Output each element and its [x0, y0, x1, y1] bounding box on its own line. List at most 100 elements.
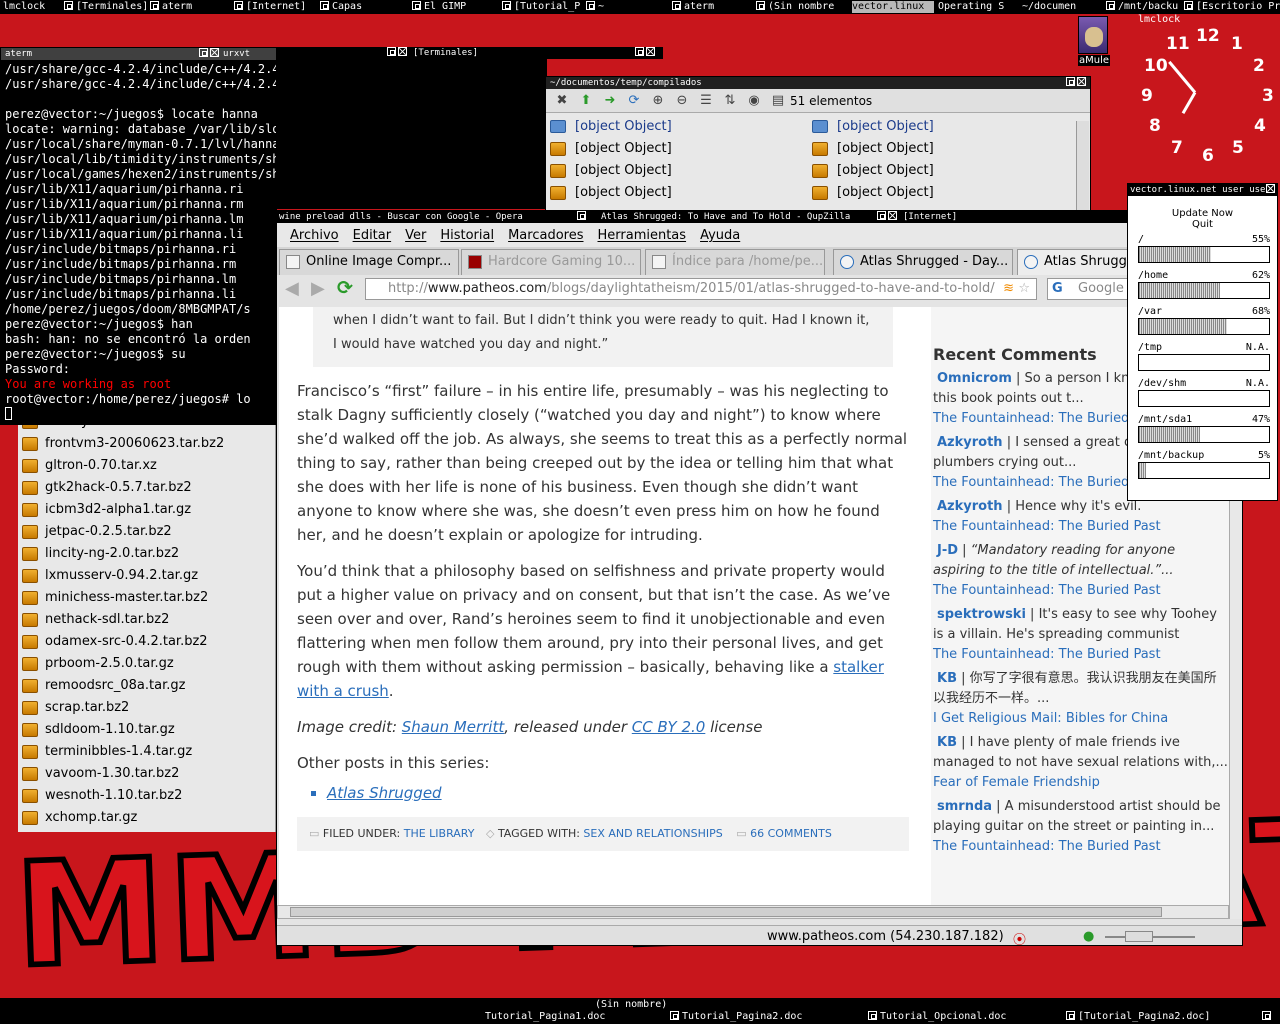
browser-titlebar[interactable]: wine preload dlls - Buscar con Google - …	[277, 211, 1242, 223]
file-item[interactable]: jetpac-0.2.5.tar.bz2	[22, 524, 172, 539]
close-icon[interactable]	[646, 47, 655, 56]
menu-archivo[interactable]: Archivo	[283, 228, 346, 243]
file-item[interactable]: [object Object]	[550, 141, 672, 156]
close-folder-icon[interactable]: ✖	[554, 93, 570, 109]
up-arrow-icon[interactable]: ⬆	[578, 93, 594, 109]
comment-post-link[interactable]: Fear of Female Friendship	[933, 773, 1229, 793]
terminal-titlebar[interactable]: aterm urxvt	[1, 48, 276, 60]
horizontal-scrollbar[interactable]	[277, 905, 1229, 919]
maximize-icon[interactable]	[577, 211, 586, 220]
rss-icon[interactable]: ≋	[1003, 279, 1014, 299]
disk-usage-window[interactable]: vector.linux.net user use Update Now Qui…	[1127, 183, 1278, 501]
taskbar-item[interactable]: Capas	[320, 1, 388, 13]
close-icon[interactable]	[210, 48, 219, 57]
taskbar-item[interactable]: aterm	[150, 1, 222, 13]
category-link[interactable]: THE LIBRARY	[404, 827, 475, 840]
file-item[interactable]: gtk2hack-0.5.7.tar.bz2	[22, 480, 192, 495]
tab[interactable]: Índice para /home/pe...	[645, 249, 825, 275]
file-item[interactable]: wesnoth-1.10.tar.bz2	[22, 788, 182, 803]
file-item[interactable]: remoodsrc_08a.tar.gz	[22, 678, 185, 693]
file-item[interactable]: icbm3d2-alpha1.tar.gz	[22, 502, 191, 517]
details-icon[interactable]: ▤	[770, 93, 786, 109]
adblock-icon[interactable]: ⦿	[1013, 929, 1026, 945]
bottom-item[interactable]: Tutorial_Pagina1.doc	[485, 1011, 605, 1022]
taskbar-item[interactable]: aterm	[672, 1, 752, 13]
terminal-tab-title[interactable]: urxvt	[223, 48, 250, 60]
comment-author[interactable]: KB	[937, 671, 957, 686]
menu-historial[interactable]: Historial	[433, 228, 501, 243]
file-manager-titlebar[interactable]: ~/documentos/temp/compilados	[546, 77, 1090, 89]
comment-post-link[interactable]: The Fountainhead: The Buried Past	[933, 517, 1229, 537]
menu-herramientas[interactable]: Herramientas	[591, 228, 694, 243]
menu-marcadores[interactable]: Marcadores	[501, 228, 590, 243]
reload-icon[interactable]: ⟳	[337, 277, 353, 299]
maximize-icon[interactable]	[635, 47, 644, 56]
taskbar-item[interactable]: [Terminales]	[64, 1, 146, 13]
bottom-item[interactable]: Tutorial_Opcional.doc	[880, 1011, 1006, 1022]
file-manager-window[interactable]: ~/documentos/temp/compilados ✖ ⬆ ➜ ⟳ ⊕ ⊖…	[545, 76, 1091, 214]
zoom-out-icon[interactable]: ⊖	[674, 93, 690, 109]
menu-editar[interactable]: Editar	[346, 228, 399, 243]
network-icon[interactable]: ●	[1083, 929, 1094, 944]
taskbar-item-active[interactable]: vector.linux	[852, 1, 934, 13]
tab[interactable]: Hardcore Gaming 10...	[461, 249, 641, 275]
amule-launcher[interactable]: aMule	[1078, 16, 1110, 70]
file-item[interactable]: minichess-master.tar.bz2	[22, 590, 208, 605]
maximize-icon[interactable]	[1066, 77, 1075, 86]
browser-window[interactable]: wine preload dlls - Buscar con Google - …	[276, 210, 1243, 946]
comment-author[interactable]: spektrowski	[937, 607, 1026, 622]
bottom-item[interactable]: Tutorial_Pagina2.doc	[682, 1011, 802, 1022]
zoom-in-icon[interactable]: ⊕	[650, 93, 666, 109]
taskbar-item[interactable]: [Escritorio Prin	[1184, 1, 1280, 13]
taskbar-item[interactable]: [Tutorial_P	[502, 1, 582, 13]
urxvt-titlebar[interactable]: [Terminales]	[277, 47, 663, 59]
file-manager-scrollbar[interactable]	[1076, 121, 1089, 213]
maximize-icon[interactable]	[199, 48, 208, 57]
url-bar[interactable]: http://www.patheos.com/blogs/daylightath…	[365, 278, 1037, 300]
quit-button[interactable]: Quit	[1128, 219, 1277, 230]
file-item[interactable]: frontvm3-20060623.tar.bz2	[22, 436, 224, 451]
terminal-window[interactable]: aterm urxvt /usr/share/gcc-4.2.4/include…	[0, 47, 277, 425]
file-item[interactable]: prboom-2.5.0.tar.gz	[22, 656, 174, 671]
file-item[interactable]: lincity-ng-2.0.tar.bz2	[22, 546, 179, 561]
taskbar-item[interactable]: /mnt/backu	[1106, 1, 1186, 13]
comment-post-link[interactable]: I Get Religious Mail: Bibles for China	[933, 709, 1229, 729]
refresh-icon[interactable]: ⟳	[626, 93, 642, 109]
author-link[interactable]: Shaun Merritt	[402, 718, 504, 736]
sort-icon[interactable]: ⇅	[722, 93, 738, 109]
series-link[interactable]: Atlas Shrugged	[327, 781, 909, 805]
bookmark-star-icon[interactable]: ☆	[1018, 279, 1030, 299]
close-icon[interactable]	[398, 47, 407, 56]
tab[interactable]: Atlas Shrugged - Day...	[833, 249, 1013, 275]
file-item[interactable]: [object Object]	[812, 163, 934, 178]
taskbar-item[interactable]: ~	[586, 1, 666, 13]
tag-link[interactable]: SEX AND RELATIONSHIPS	[583, 827, 722, 840]
bottom-item[interactable]: (Sin nombre)	[595, 999, 667, 1010]
maximize-icon[interactable]	[877, 211, 886, 220]
comment-author[interactable]: J-D	[937, 543, 958, 558]
terminal-output[interactable]: /usr/share/gcc-4.2.4/include/c++/4.2.4/j…	[1, 60, 276, 424]
file-item[interactable]: [object Object]	[550, 163, 672, 178]
file-item[interactable]: vavoom-1.30.tar.bz2	[22, 766, 179, 781]
file-item[interactable]: [object Object]	[812, 141, 934, 156]
file-item[interactable]: [object Object]	[550, 185, 672, 200]
back-icon[interactable]: ◀	[285, 278, 299, 299]
close-icon[interactable]	[1266, 184, 1275, 193]
taskbar-item[interactable]: El GIMP	[412, 1, 492, 13]
disk-usage-titlebar[interactable]: vector.linux.net user use	[1128, 184, 1277, 196]
file-item[interactable]: odamex-src-0.4.2.tar.bz2	[22, 634, 208, 649]
folder-item[interactable]: [object Object]	[812, 119, 934, 134]
maximize-icon[interactable]	[387, 47, 396, 56]
taskbar-item[interactable]: lmclock	[3, 1, 58, 13]
close-icon[interactable]	[888, 211, 897, 220]
file-item[interactable]: xchomp.tar.gz	[22, 810, 137, 825]
comment-post-link[interactable]: The Fountainhead: The Buried Past	[933, 645, 1229, 665]
menu-ver[interactable]: Ver	[398, 228, 433, 243]
comment-author[interactable]: Azkyroth	[937, 499, 1003, 514]
forward-arrow-icon[interactable]: ➜	[602, 93, 618, 109]
license-link[interactable]: CC BY 2.0	[632, 718, 706, 736]
comment-author[interactable]: Azkyroth	[937, 435, 1003, 450]
page-content[interactable]: when I didn’t want to fail. But I didn’t…	[279, 307, 1229, 905]
comments-link[interactable]: 66 COMMENTS	[750, 827, 832, 840]
menu-ayuda[interactable]: Ayuda	[693, 228, 747, 243]
